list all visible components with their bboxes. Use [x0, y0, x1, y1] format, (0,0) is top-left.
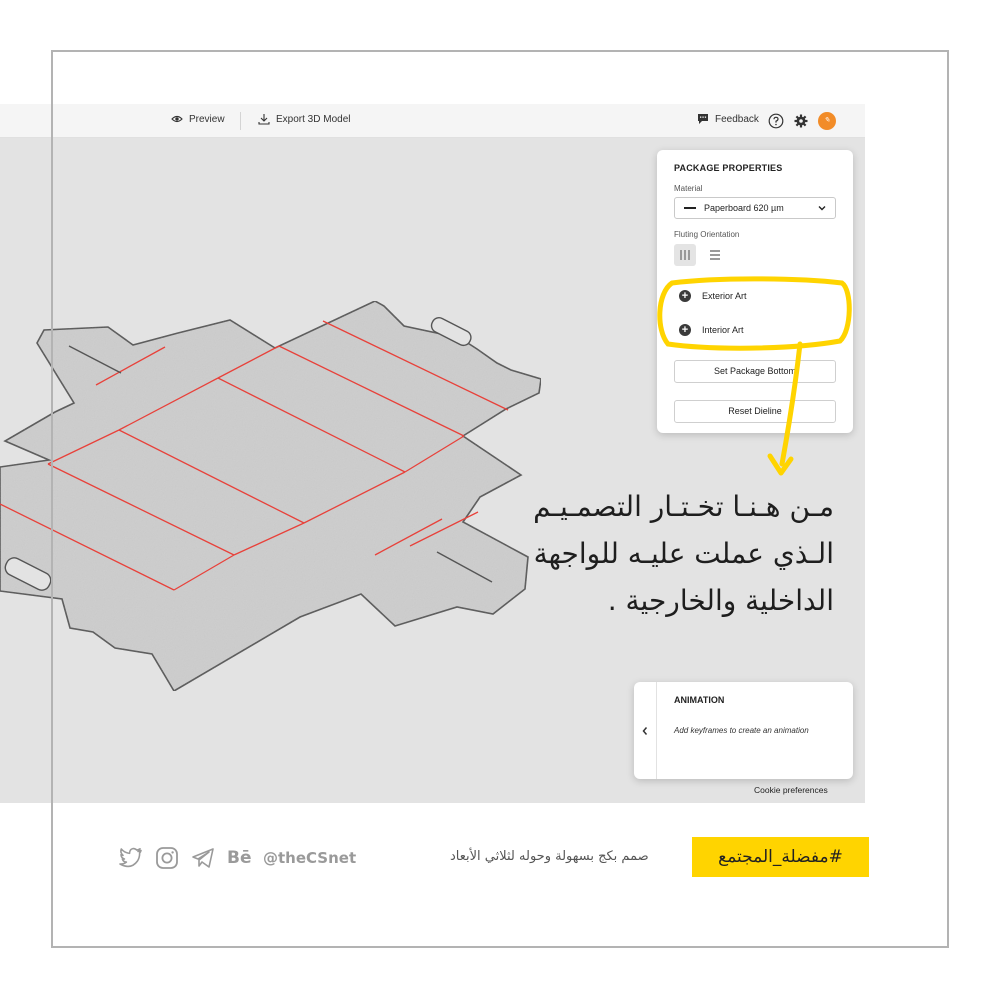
hashtag-badge: #مفضلة_المجتمع — [692, 837, 869, 877]
social-icons: Bē — [119, 846, 252, 870]
behance-icon[interactable]: Bē — [227, 848, 252, 868]
annotation-text: مـن هـنـا تخـتـار التصمـيـم الـذي عملت ع… — [504, 483, 834, 624]
social-handle: @theCSnet — [263, 849, 357, 867]
annotation-line-2: الـذي عملت عليـه للواجهة — [533, 537, 834, 570]
instagram-icon[interactable] — [155, 846, 179, 870]
annotation-line-1: مـن هـنـا تخـتـار التصمـيـم — [533, 490, 834, 523]
footer-subtitle: صمم بكج بسهولة وحوله لثلاثي الأبعاد — [450, 849, 649, 864]
page: Preview Export 3D Model Feedback ✎ PACKA… — [0, 0, 1000, 1000]
annotation-line-3: الداخلية والخارجية . — [607, 584, 834, 617]
twitter-icon[interactable] — [119, 847, 143, 869]
telegram-icon[interactable] — [191, 847, 215, 869]
